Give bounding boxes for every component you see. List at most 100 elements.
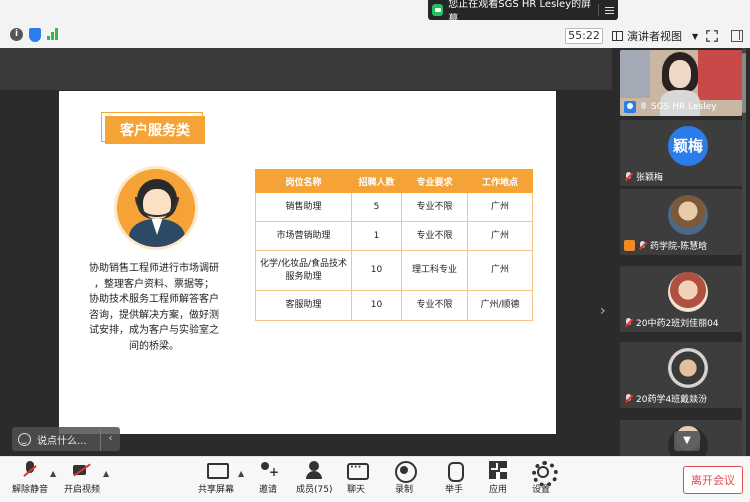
menu-icon[interactable] [604,6,614,14]
slide-title: 客户服务类 [101,112,205,144]
person-icon [624,240,635,251]
shield-icon[interactable] [29,28,41,42]
table-cell: 广州 [467,221,533,251]
column-header: 专业要求 [401,169,468,193]
invite-label: 邀请 [258,485,277,495]
gear-icon [531,460,558,487]
column-header: 工作地点 [467,169,533,193]
table-row: 销售助理 5 专业不限 广州 [255,192,533,222]
chevron-down-icon[interactable]: ▼ [674,431,700,451]
unmute-button[interactable]: 解除静音 [12,460,48,495]
scrollbar[interactable] [742,48,746,456]
table-row: 市场营销助理 1 专业不限 广州 [255,221,533,251]
screen-share-icon [432,4,444,16]
banner-text: 您正在观看SGS HR Lesley的屏幕 [448,0,592,25]
members-icon [304,460,324,480]
screen-share-banner[interactable]: 您正在观看SGS HR Lesley的屏幕 [428,0,618,25]
mic-icon [639,102,648,112]
bottom-toolbar: 解除静音 ▲ 开启视频 ▲ 共享屏幕 ▲ 邀请 成员(75) 聊天 录制 举手 … [0,456,750,502]
start-video-label: 开启视频 [64,485,101,495]
apps-label: 应用 [488,485,507,495]
invite-button[interactable]: 邀请 [258,460,279,495]
settings-button[interactable]: 设置 [531,460,558,495]
chat-label: 聊天 [346,485,365,495]
column-header: 岗位名称 [255,169,352,193]
raise-hand-label: 举手 [444,485,463,495]
record-icon [394,460,417,483]
mic-muted-icon [624,317,633,328]
table-header-row: 岗位名称 招聘人数 专业要求 工作地点 [255,169,533,193]
participant-tile[interactable]: 20中药2班刘佳丽04 [620,266,742,332]
chat-icon [346,460,369,480]
customer-service-illustration [114,166,198,250]
record-button[interactable]: 录制 [394,460,417,495]
record-label: 录制 [394,485,413,495]
chevron-up-icon[interactable]: ▲ [238,469,244,478]
participant-name: 20药学4班戴燚汾 [636,395,708,405]
chevron-up-icon[interactable]: ▲ [103,469,109,478]
table-cell: 市场营销助理 [255,221,352,251]
signal-icon[interactable] [47,28,60,40]
microphone-off-icon [20,460,40,480]
table-cell: 专业不限 [401,290,468,321]
add-user-icon [258,460,279,480]
view-mode-button[interactable]: 演讲者视图 ▼ [612,28,698,44]
share-screen-button[interactable]: 共享屏幕 [198,460,234,495]
avatar: 颖梅 [668,126,708,166]
chevron-left-icon[interactable]: ‹ [100,427,120,451]
shared-screen: 客户服务类 协助销售工程师进行市场调研 ，整理客户资料、票据等； 协助技术服务工… [0,48,612,456]
avatar [668,348,708,388]
fullscreen-icon[interactable] [706,30,718,42]
chevron-down-icon: ▼ [692,31,699,41]
raise-hand-button[interactable]: 举手 [444,460,464,495]
mic-muted-icon [624,393,633,404]
start-video-button[interactable]: 开启视频 [64,460,100,495]
column-header: 招聘人数 [351,169,402,193]
table-cell: 广州/顺德 [467,290,533,321]
table-cell: 专业不限 [401,221,468,251]
members-label: 成员(75) [296,485,333,495]
table-cell: 广州 [467,250,533,291]
participant-panel: SGS HR Lesley 颖梅 张颖梅 药学院-陈慧晗 20中药2班刘佳丽04… [612,48,750,456]
participant-tile[interactable]: 20药学4班戴燚汾 [620,342,742,408]
participant-name: 20中药2班刘佳丽04 [636,319,719,329]
table-cell: 1 [351,221,402,251]
participant-name: 张颖梅 [636,173,664,183]
speaker-view-icon [612,31,623,41]
members-button[interactable]: 成员(75) [296,460,332,495]
table-cell: 10 [351,290,402,321]
info-icon[interactable]: i [10,28,23,41]
side-panel-icon[interactable] [731,30,743,42]
job-table: 岗位名称 招聘人数 专业要求 工作地点 销售助理 5 专业不限 广州 市场营销助… [255,169,533,321]
apps-button[interactable]: 应用 [488,460,508,495]
participant-name: SGS HR Lesley [651,102,717,112]
table-row: 客服助理 10 专业不限 广州/顺德 [255,290,533,321]
table-cell: 理工科专业 [401,250,468,291]
chat-placeholder: 说点什么... [37,435,87,447]
top-bar: 您正在观看SGS HR Lesley的屏幕 i 55:22 演讲者视图 ▼ [0,0,750,48]
camera-off-icon [72,460,92,480]
chat-button[interactable]: 聊天 [346,460,369,495]
chevron-right-icon[interactable]: › [600,303,606,319]
status-icons: i [10,28,60,42]
leave-meeting-button[interactable]: 离开会议 [683,466,743,494]
meeting-timer: 55:22 [565,28,603,44]
chevron-up-icon[interactable]: ▲ [50,469,56,478]
table-cell: 专业不限 [401,192,468,222]
mic-muted-icon [624,171,633,182]
participant-tile[interactable]: 药学院-陈慧晗 [620,189,742,255]
participant-tile[interactable]: SGS HR Lesley [620,50,742,116]
table-cell: 广州 [467,192,533,222]
emoji-icon[interactable] [18,432,31,446]
chat-input[interactable]: 说点什么... ‹ [12,427,120,451]
table-cell: 销售助理 [255,192,352,222]
participant-tile[interactable]: 颖梅 张颖梅 [620,120,742,186]
unmute-label: 解除静音 [12,485,49,495]
view-mode-label: 演讲者视图 [627,30,682,43]
apps-icon [488,460,508,480]
table-cell: 化学/化妆品/食品技术服务助理 [255,250,352,291]
hand-icon [444,460,464,482]
presentation-slide: 客户服务类 协助销售工程师进行市场调研 ，整理客户资料、票据等； 协助技术服务工… [59,91,556,434]
share-screen-label: 共享屏幕 [198,485,235,495]
table-cell: 客服助理 [255,290,352,321]
